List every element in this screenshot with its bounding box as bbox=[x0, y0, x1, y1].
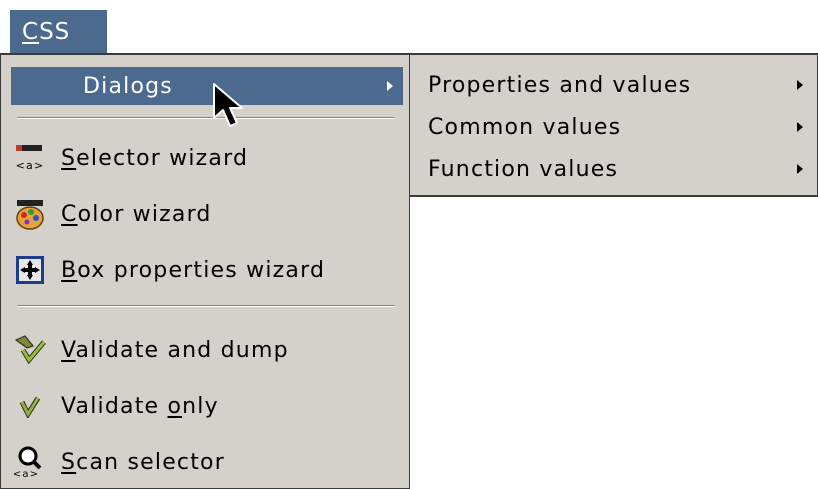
validate-dump-label: alidate and dump bbox=[75, 337, 289, 363]
submenu-item-function-values[interactable]: Function values bbox=[428, 149, 809, 189]
css-menu-label: SS bbox=[39, 18, 71, 45]
menu-item-validate-only[interactable]: Validate only bbox=[11, 385, 403, 427]
function-values-label: Function values bbox=[428, 156, 619, 182]
color-wizard-mnemonic: C bbox=[61, 201, 78, 227]
selector-wizard-label: elector wizard bbox=[76, 145, 249, 171]
validate-only-mnemonic: o bbox=[167, 393, 183, 419]
menu-item-validate-and-dump[interactable]: Validate and dump bbox=[11, 329, 403, 371]
dialogs-submenu: Properties and values Common values Func… bbox=[409, 53, 818, 197]
menu-item-scan-selector[interactable]: <a> Scan selector bbox=[11, 441, 403, 483]
scan-selector-label: can selector bbox=[76, 449, 225, 475]
submenu-item-properties-and-values[interactable]: Properties and values bbox=[428, 65, 809, 105]
common-values-label: Common values bbox=[428, 114, 622, 140]
submenu-arrow-icon bbox=[387, 81, 393, 91]
menu-separator bbox=[17, 117, 395, 119]
submenu-arrow-icon bbox=[797, 122, 803, 132]
scan-selector-mnemonic: S bbox=[61, 449, 77, 475]
validate-only-label-pre: Validate bbox=[61, 393, 168, 419]
box-properties-label: ox properties wizard bbox=[77, 257, 326, 283]
selector-wizard-icon: <a> bbox=[13, 142, 47, 174]
css-dropdown-menu: Dialogs <a> Selector wizard Color wizard bbox=[0, 53, 410, 489]
color-palette-icon bbox=[13, 198, 47, 230]
menu-item-dialogs[interactable]: Dialogs bbox=[11, 67, 403, 105]
selector-wizard-mnemonic: S bbox=[61, 145, 77, 171]
menu-item-box-properties-wizard[interactable]: Box properties wizard bbox=[11, 249, 403, 291]
menu-separator bbox=[17, 305, 395, 307]
color-wizard-label: olor wizard bbox=[77, 201, 212, 227]
menu-item-color-wizard[interactable]: Color wizard bbox=[11, 193, 403, 235]
submenu-arrow-icon bbox=[797, 164, 803, 174]
box-properties-icon bbox=[13, 254, 47, 286]
svg-text:<a>: <a> bbox=[14, 469, 39, 479]
scan-selector-icon: <a> bbox=[13, 446, 47, 479]
validate-only-label: nly bbox=[182, 393, 219, 419]
box-properties-mnemonic: B bbox=[61, 257, 78, 283]
mouse-pointer-icon bbox=[213, 83, 243, 127]
menu-item-dialogs-label: Dialogs bbox=[83, 73, 173, 99]
checkmark-icon bbox=[13, 390, 47, 422]
submenu-item-common-values[interactable]: Common values bbox=[428, 107, 809, 147]
submenu-arrow-icon bbox=[797, 80, 803, 90]
menu-item-selector-wizard[interactable]: <a> Selector wizard bbox=[11, 137, 403, 179]
properties-and-values-label: Properties and values bbox=[428, 72, 692, 98]
validate-dump-mnemonic: V bbox=[61, 337, 76, 363]
css-menu-mnemonic: C bbox=[22, 18, 40, 45]
svg-text:<a>: <a> bbox=[16, 159, 45, 172]
validate-dump-icon bbox=[13, 334, 47, 366]
css-menu[interactable]: C SS bbox=[10, 10, 107, 53]
